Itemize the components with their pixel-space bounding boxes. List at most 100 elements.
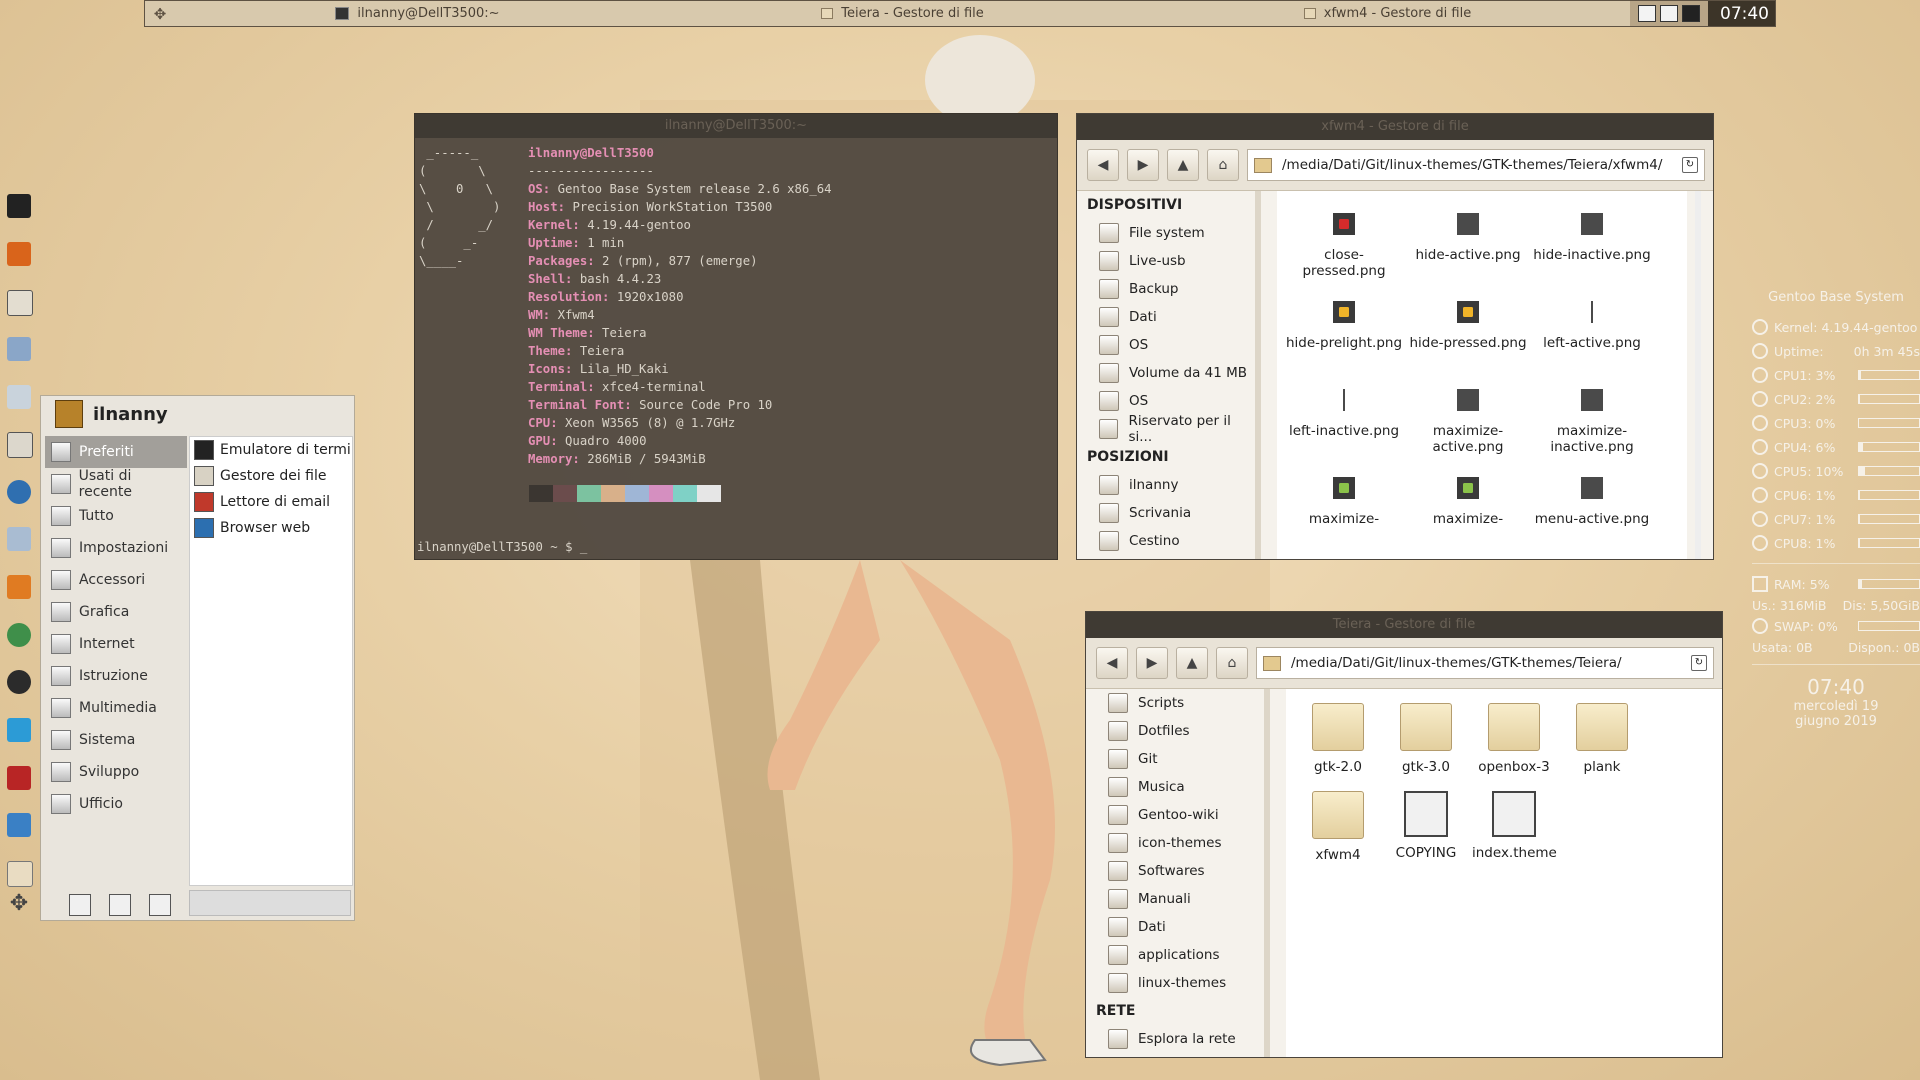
reload-icon[interactable]: ↻ [1691,655,1707,671]
menu-category[interactable]: Multimedia [45,692,187,724]
menu-category[interactable]: Usati di recente [45,468,187,500]
sidebar-item[interactable]: Esplora la rete [1086,1025,1264,1053]
menu-category[interactable]: Sviluppo [45,756,187,788]
sidebar-item[interactable]: OS [1077,331,1255,359]
file-item[interactable]: left-inactive.png [1285,379,1403,439]
sidebar-item[interactable]: linux-themes [1086,969,1264,997]
panel-clock[interactable]: 07:40 [1708,1,1775,26]
file-item[interactable]: maximize- [1409,467,1527,527]
terminal-launcher-icon[interactable] [7,194,31,218]
file-item[interactable]: maximize-active.png [1409,379,1527,455]
file-item[interactable]: maximize- [1285,467,1403,527]
file-item[interactable]: maximize-inactive.png [1533,379,1651,455]
menu-category[interactable]: Internet [45,628,187,660]
back-button[interactable]: ◀ [1087,149,1119,181]
reload-icon[interactable]: ↻ [1682,157,1698,173]
file-manager-teiera[interactable]: Teiera - Gestore di file ◀ ▶ ▲ ⌂ /media/… [1085,611,1723,1058]
sidebar-item[interactable]: Riservato per il si... [1077,413,1255,445]
folder-item[interactable]: gtk-3.0 [1384,699,1468,775]
sidebar-item[interactable]: Live-usb [1077,247,1255,275]
archive-launcher-icon[interactable] [7,575,31,599]
search-input[interactable] [189,890,351,916]
folder-launcher-icon[interactable] [7,861,33,887]
file-item[interactable]: hide-pressed.png [1409,291,1527,351]
menu-category[interactable]: Sistema [45,724,187,756]
sidebar-item[interactable]: icon-themes [1086,829,1264,857]
terminal-tray-icon[interactable] [1682,5,1700,22]
file-item[interactable]: index.theme [1472,787,1557,861]
home-button[interactable]: ⌂ [1216,647,1248,679]
location-path[interactable]: /media/Dati/Git/linux-themes/GTK-themes/… [1291,655,1622,671]
taskbar-item-teiera-fm[interactable]: Teiera - Gestore di file [660,1,1145,26]
up-button[interactable]: ▲ [1167,149,1199,181]
sidebar-scrollbar[interactable] [1264,689,1270,1057]
window-list-icon[interactable] [1660,5,1678,22]
folder-item[interactable]: xfwm4 [1296,787,1380,863]
window-title[interactable]: Teiera - Gestore di file [1086,612,1722,638]
sidebar-item[interactable]: Backup [1077,275,1255,303]
file-item[interactable]: hide-prelight.png [1285,291,1403,351]
shell-prompt[interactable]: ilnanny@DellT3500 ~ $ _ [417,538,587,556]
calendar-launcher-icon[interactable] [7,527,31,551]
sidebar-item[interactable]: Cestino [1077,527,1255,555]
menu-app-item[interactable]: Emulatore di termin... [190,437,352,463]
back-button[interactable]: ◀ [1096,647,1128,679]
sidebar-item[interactable]: Dotfiles [1086,717,1264,745]
telegram-launcher-icon[interactable] [7,718,31,742]
sidebar-item[interactable]: Dati [1077,303,1255,331]
menu-category[interactable]: Grafica [45,596,187,628]
sidebar-item[interactable]: Dati [1086,913,1264,941]
workspace-icon[interactable] [1638,5,1656,22]
logout-icon[interactable] [149,894,171,916]
menu-category[interactable]: Ufficio [45,788,187,820]
file-item[interactable]: left-active.png [1533,291,1651,351]
settings-icon[interactable] [69,894,91,916]
sidebar-item[interactable]: Scripts [1086,689,1264,717]
text-editor-launcher-icon[interactable] [7,290,33,316]
sidebar-item[interactable]: Musica [1086,773,1264,801]
folder-item[interactable]: openbox-3 [1472,699,1556,775]
sidebar-item[interactable]: Git [1086,745,1264,773]
switch-user-icon[interactable] [109,894,131,916]
file-item[interactable]: COPYING [1384,787,1468,861]
mail-launcher-icon[interactable] [7,385,31,409]
menu-category[interactable]: Istruzione [45,660,187,692]
location-bar[interactable]: /media/Dati/Git/linux-themes/GTK-themes/… [1247,149,1705,181]
tools-launcher-icon[interactable] [7,766,31,790]
file-item[interactable]: hide-active.png [1409,203,1527,263]
file-manager-xfwm4[interactable]: xfwm4 - Gestore di file ◀ ▶ ▲ ⌂ /media/D… [1076,113,1714,560]
sidebar-item[interactable]: Scrivania [1077,499,1255,527]
file-item[interactable]: close-pressed.png [1285,203,1403,279]
sidebar-scrollbar[interactable] [1255,191,1261,559]
downloads-launcher-icon[interactable] [7,813,31,837]
menu-app-item[interactable]: Lettore di email [190,489,352,515]
menu-category[interactable]: Accessori [45,564,187,596]
sidebar-item[interactable]: Manuali [1086,885,1264,913]
show-apps-icon[interactable]: ✥ [7,892,31,916]
menu-category[interactable]: Preferiti [45,436,187,468]
file-item[interactable]: menu-active.png [1533,467,1651,527]
window-title[interactable]: xfwm4 - Gestore di file [1077,114,1713,140]
terminal-window[interactable]: ilnanny@DellT3500:~ _-----_ ( \ \ 0 \ \ … [414,113,1058,560]
location-path[interactable]: /media/Dati/Git/linux-themes/GTK-themes/… [1282,157,1662,173]
forward-button[interactable]: ▶ [1127,149,1159,181]
firefox-launcher-icon[interactable] [7,242,31,266]
settings-launcher-icon[interactable] [7,337,31,361]
taskbar-item-terminal[interactable]: ilnanny@DellT3500:~ [175,1,660,26]
sidebar-item[interactable]: Volume da 41 MB [1077,359,1255,387]
applications-menu-icon[interactable]: ✥ [145,5,175,23]
contacts-launcher-icon[interactable] [7,432,33,458]
graphics-launcher-icon[interactable] [7,623,31,647]
media-player-launcher-icon[interactable] [7,670,31,694]
menu-app-item[interactable]: Gestore dei file [190,463,352,489]
taskbar-item-xfwm4-fm[interactable]: xfwm4 - Gestore di file [1145,1,1630,26]
home-button[interactable]: ⌂ [1207,149,1239,181]
menu-category[interactable]: Impostazioni [45,532,187,564]
up-button[interactable]: ▲ [1176,647,1208,679]
file-item[interactable]: hide-inactive.png [1533,203,1651,263]
sidebar-item[interactable]: OS [1077,387,1255,415]
sidebar-item[interactable]: Gentoo-wiki [1086,801,1264,829]
location-bar[interactable]: /media/Dati/Git/linux-themes/GTK-themes/… [1256,647,1714,679]
sidebar-item[interactable]: applications [1086,941,1264,969]
folder-item[interactable]: gtk-2.0 [1296,699,1380,775]
